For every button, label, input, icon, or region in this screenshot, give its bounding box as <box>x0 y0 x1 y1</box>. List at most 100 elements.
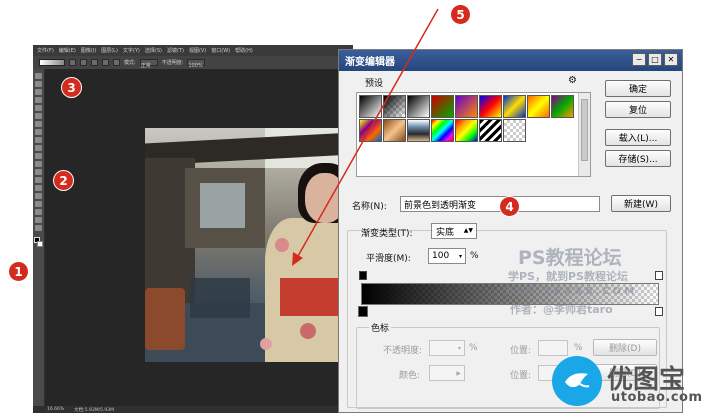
maximize-icon[interactable]: □ <box>648 53 662 66</box>
menu-type[interactable]: 文字(Y) <box>123 47 140 54</box>
lasso-tool-icon[interactable] <box>35 89 42 95</box>
stop-location-unit: % <box>574 343 583 353</box>
zoom-level: 16.66% <box>47 407 65 412</box>
preset-swatch-transparent-stripes[interactable] <box>479 119 502 142</box>
menu-file[interactable]: 文件(F) <box>37 47 54 54</box>
stop-location-field[interactable] <box>538 340 568 356</box>
opacity-label: 不透明度: <box>161 60 184 66</box>
preset-swatch-transparent-rainbow[interactable] <box>455 119 478 142</box>
menu-layer[interactable]: 图层(L) <box>101 47 118 54</box>
opacity-stop-left[interactable] <box>359 271 367 280</box>
menu-filter[interactable]: 滤镜(T) <box>167 47 184 54</box>
marquee-tool-icon[interactable] <box>35 81 42 87</box>
menu-edit[interactable]: 编辑(E) <box>59 47 76 54</box>
minimize-icon[interactable]: − <box>632 53 646 66</box>
menu-window[interactable]: 窗口(W) <box>211 47 230 54</box>
move-tool-icon[interactable] <box>35 73 42 79</box>
photo-chairs <box>190 278 250 318</box>
opacity-stop-right[interactable] <box>655 271 663 280</box>
preset-swatch-orange-yellow-orange[interactable] <box>527 95 550 118</box>
color-stop-right[interactable] <box>655 307 663 316</box>
preset-swatch-spectrum[interactable] <box>431 119 454 142</box>
gradient-tool-icon[interactable] <box>35 161 42 167</box>
marker-2: 2 <box>54 171 73 190</box>
linear-gradient-button[interactable] <box>69 59 76 66</box>
reset-button[interactable]: 复位 <box>605 101 671 118</box>
ps-options-bar: 模式: 正常 不透明度: 100% <box>33 56 353 69</box>
type-tool-icon[interactable] <box>35 193 42 199</box>
stop-color-label: 颜色: <box>399 371 421 381</box>
crop-tool-icon[interactable] <box>35 105 42 111</box>
smoothness-label: 平滑度(M): <box>366 254 411 264</box>
menu-help[interactable]: 帮助(H) <box>235 47 253 54</box>
eraser-tool-icon[interactable] <box>35 153 42 159</box>
zoom-tool-icon[interactable] <box>35 225 42 231</box>
ok-button[interactable]: 确定 <box>605 80 671 97</box>
hand-tool-icon[interactable] <box>35 217 42 223</box>
scroll-thumb[interactable] <box>581 99 588 161</box>
quick-select-tool-icon[interactable] <box>35 97 42 103</box>
presets-panel <box>356 92 591 177</box>
shape-tool-icon[interactable] <box>35 209 42 215</box>
close-icon[interactable]: ✕ <box>664 53 678 66</box>
preset-swatches <box>359 95 574 142</box>
brush-tool-icon[interactable] <box>35 129 42 135</box>
delete-opacity-stop-button[interactable]: 删除(D) <box>593 339 657 356</box>
smoothness-unit: % <box>470 251 479 261</box>
smoothness-field[interactable]: 100 ▾ <box>428 248 466 264</box>
preset-swatch-violet-orange[interactable] <box>455 95 478 118</box>
watermark-url: BBS.16XX8.COM <box>506 286 638 297</box>
background-color-swatch[interactable] <box>37 241 43 247</box>
preset-swatch-neutral-density[interactable] <box>503 119 526 142</box>
preset-swatch-violet-green-orange[interactable] <box>551 95 574 118</box>
reflected-gradient-button[interactable] <box>102 59 109 66</box>
dodge-tool-icon[interactable] <box>35 177 42 183</box>
new-button[interactable]: 新建(W) <box>611 195 671 212</box>
stop-color-swatch[interactable]: ▶ <box>429 365 465 381</box>
preset-swatch-copper[interactable] <box>383 119 406 142</box>
radial-gradient-button[interactable] <box>80 59 87 66</box>
eyedropper-tool-icon[interactable] <box>35 113 42 119</box>
pen-tool-icon[interactable] <box>35 185 42 191</box>
foreground-background-colors[interactable] <box>34 237 43 247</box>
preset-swatch-blue-red-yellow[interactable] <box>479 95 502 118</box>
presets-label: 预设 <box>365 79 384 89</box>
logo-url: utobao.com <box>611 390 703 405</box>
menu-view[interactable]: 视图(V) <box>189 47 206 54</box>
load-button[interactable]: 载入(L)... <box>605 129 671 146</box>
preset-swatch-foreground-to-background[interactable] <box>359 95 382 118</box>
stop-opacity-field[interactable]: ▾ <box>429 340 465 356</box>
preset-swatch-foreground-to-transparent[interactable] <box>383 95 406 118</box>
gradient-type-select[interactable]: 实底 ▲▼ <box>431 223 477 239</box>
angle-gradient-button[interactable] <box>91 59 98 66</box>
menu-select[interactable]: 选择(S) <box>145 47 162 54</box>
healing-tool-icon[interactable] <box>35 121 42 127</box>
opacity-field[interactable]: 100% <box>187 59 206 69</box>
ps-status-bar: 16.66% 文档:5.93M/5.93M <box>33 406 353 413</box>
stamp-tool-icon[interactable] <box>35 137 42 143</box>
gradient-picker-swatch[interactable] <box>39 59 65 66</box>
path-select-tool-icon[interactable] <box>35 201 42 207</box>
gear-icon[interactable]: ⚙ <box>568 75 577 86</box>
watermark-author: 作者：@李帅君taro <box>510 303 613 316</box>
mode-select[interactable]: 正常 <box>139 59 158 69</box>
canvas-photo[interactable] <box>145 128 353 362</box>
gradient-type-label: 渐变类型(T): <box>361 229 413 239</box>
menu-image[interactable]: 图像(I) <box>81 47 96 54</box>
color-location-label: 位置: <box>510 371 532 381</box>
mode-label: 模式: <box>124 60 136 66</box>
preset-swatch-yellow-violet-orange-blue[interactable] <box>359 119 382 142</box>
preset-swatch-red-green[interactable] <box>431 95 454 118</box>
presets-scrollbar[interactable] <box>578 93 590 176</box>
history-brush-tool-icon[interactable] <box>35 145 42 151</box>
blur-tool-icon[interactable] <box>35 169 42 175</box>
ps-menubar: 文件(F) 编辑(E) 图像(I) 图层(L) 文字(Y) 选择(S) 滤镜(T… <box>33 45 353 56</box>
preset-swatch-blue-yellow-blue[interactable] <box>503 95 526 118</box>
preset-swatch-black-white[interactable] <box>407 95 430 118</box>
preset-swatch-chrome[interactable] <box>407 119 430 142</box>
diamond-gradient-button[interactable] <box>113 59 120 66</box>
save-button[interactable]: 存储(S)... <box>605 150 671 167</box>
dialog-titlebar[interactable]: 渐变编辑器 − □ ✕ <box>339 50 682 71</box>
color-stop-left[interactable] <box>359 307 367 316</box>
marker-3: 3 <box>62 78 81 97</box>
